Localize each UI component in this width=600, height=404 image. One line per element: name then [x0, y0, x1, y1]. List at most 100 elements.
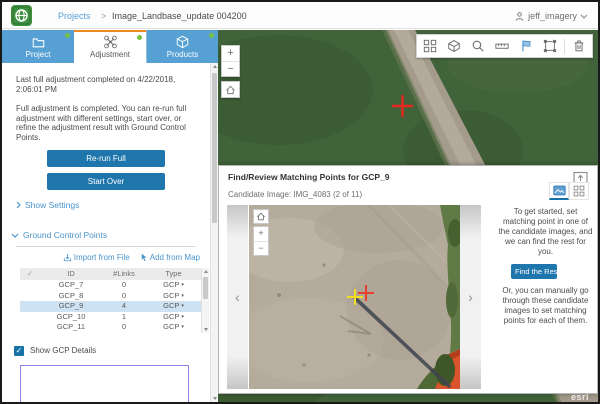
map-home-button[interactable]	[221, 81, 240, 98]
basemap-tool-button[interactable]	[442, 35, 466, 57]
dropdown-caret-icon: ▾	[181, 293, 184, 299]
folder-icon	[31, 35, 46, 49]
gcp-id: GCP_10	[40, 312, 102, 323]
map-view[interactable]: + − Find/Review Matching Points for GCP_…	[218, 30, 598, 402]
gcp-links: 1	[102, 312, 146, 323]
table-row[interactable]: GCP_8 0 GCP▾	[20, 291, 209, 302]
dropdown-caret-icon: ▾	[181, 314, 184, 320]
status-dot	[209, 33, 214, 38]
extent-tool-button[interactable]	[538, 35, 562, 57]
scroll-up-icon[interactable]	[213, 65, 217, 68]
show-gcp-details-checkbox[interactable]: ✓ Show GCP Details	[14, 346, 210, 356]
breadcrumb-projects-link[interactable]: Projects	[58, 11, 91, 21]
scroll-down-icon[interactable]	[204, 328, 208, 331]
tab-project[interactable]: Project	[2, 30, 74, 63]
candidate-image-viewer[interactable]: + −	[249, 205, 460, 389]
gcp-section-title: Ground Control Points	[23, 230, 107, 240]
rerun-full-button[interactable]: Re-run Full	[47, 150, 165, 167]
gcp-type-dropdown[interactable]: GCP▾	[146, 280, 201, 291]
chevron-down-icon	[580, 14, 588, 19]
next-candidate-button[interactable]: ›	[460, 205, 481, 389]
select-gcp-tool-button[interactable]	[514, 35, 538, 57]
page-title: Image_Landbase_update 004200	[112, 11, 247, 21]
matching-panel-title: Find/Review Matching Points for GCP_9	[228, 172, 390, 182]
instruction-secondary: Or, you can manually go through these ca…	[497, 286, 594, 326]
last-run-text: Last full adjustment completed on 4/22/2…	[16, 75, 196, 94]
collage-tool-button[interactable]	[418, 35, 442, 57]
chevron-down-icon	[11, 233, 19, 238]
scroll-thumb[interactable]	[212, 73, 217, 223]
left-panel: Project Adjustment	[2, 30, 218, 402]
viewer-zoom-control: + −	[253, 226, 269, 256]
user-menu[interactable]: jeff_imagery	[514, 8, 588, 24]
esri-logo-icon	[11, 5, 32, 26]
gcp-type-dropdown[interactable]: GCP▾	[146, 301, 201, 312]
import-from-file-label: Import from File	[74, 253, 130, 262]
add-from-map-link[interactable]: Add from Map	[140, 253, 200, 262]
viewer-zoom-out-button[interactable]: −	[254, 241, 268, 255]
gcp-links: 4	[102, 301, 146, 312]
gcp-table-header: ✓ ID #Links Type	[20, 268, 209, 280]
find-the-rest-button[interactable]: Find the Rest	[511, 264, 557, 279]
table-scrollbar[interactable]	[201, 268, 209, 333]
table-row-selected[interactable]: GCP_9 4 GCP▾	[20, 301, 209, 312]
table-row[interactable]: GCP_10 1 GCP▾	[20, 312, 209, 323]
measure-icon	[495, 39, 509, 53]
scroll-up-icon[interactable]	[204, 270, 208, 273]
delete-tool-button[interactable]	[567, 35, 591, 57]
search-icon	[471, 39, 485, 53]
gcp-table: ✓ ID #Links Type GCP_7 0 GCP▾ GCP_8 0 GC…	[20, 268, 209, 333]
divider	[16, 246, 196, 247]
tab-products[interactable]: Products	[146, 30, 218, 63]
viewer-zoom-in-button[interactable]: +	[254, 227, 268, 241]
gcp-type-dropdown[interactable]: GCP▾	[146, 322, 201, 333]
gcp-links: 0	[102, 322, 146, 333]
tab-bar: Project Adjustment	[2, 30, 218, 63]
breadcrumb-separator: >	[101, 11, 106, 21]
matching-points-panel: Find/Review Matching Points for GCP_9 Ca…	[218, 165, 598, 394]
home-icon	[256, 212, 266, 221]
adjustment-panel: Last full adjustment completed on 4/22/2…	[2, 63, 210, 402]
search-tool-button[interactable]	[466, 35, 490, 57]
previous-candidate-button[interactable]: ‹	[227, 205, 248, 389]
start-over-button[interactable]: Start Over	[47, 173, 165, 190]
tab-label: Adjustment	[90, 50, 130, 59]
toolbar-separator	[564, 39, 565, 54]
grid-view-icon	[573, 185, 585, 197]
grid-view-toggle[interactable]	[569, 182, 589, 200]
gcp-actions: Import from File Add from Map	[2, 253, 200, 262]
gcp-type-dropdown[interactable]: GCP▾	[146, 291, 201, 302]
view-toggles	[549, 182, 589, 200]
panel-scrollbar[interactable]	[210, 63, 218, 402]
gcp-section-toggle[interactable]: Ground Control Points	[11, 230, 210, 240]
cursor-icon	[140, 253, 148, 262]
collage-icon	[423, 39, 437, 53]
table-row[interactable]: GCP_7 0 GCP▾	[20, 280, 209, 291]
chevron-right-icon	[16, 201, 21, 209]
map-zoom-control: + −	[221, 45, 240, 77]
zoom-in-button[interactable]: +	[222, 46, 239, 61]
esri-watermark: esri	[571, 392, 589, 402]
home-icon	[225, 85, 236, 95]
measure-tool-button[interactable]	[490, 35, 514, 57]
status-dot	[137, 35, 142, 40]
id-column-header: ID	[40, 268, 102, 280]
table-row[interactable]: GCP_11 0 GCP▾	[20, 322, 209, 333]
dropdown-caret-icon: ▾	[181, 303, 184, 309]
trash-icon	[572, 39, 586, 53]
tab-adjustment[interactable]: Adjustment	[74, 30, 146, 63]
viewer-home-button[interactable]	[253, 209, 269, 224]
scroll-thumb[interactable]	[203, 277, 208, 299]
candidate-image	[249, 205, 460, 389]
zoom-out-button[interactable]: −	[222, 61, 239, 76]
scroll-down-icon[interactable]	[213, 397, 217, 400]
checkbox-checked-icon[interactable]: ✓	[14, 346, 24, 356]
show-settings-link[interactable]: Show Settings	[16, 200, 210, 210]
gcp-links: 0	[102, 280, 146, 291]
gcp-type-dropdown[interactable]: GCP▾	[146, 312, 201, 323]
dropdown-caret-icon: ▾	[181, 324, 184, 330]
type-column-header: Type	[146, 268, 201, 280]
import-from-file-link[interactable]: Import from File	[63, 253, 130, 262]
dropdown-caret-icon: ▾	[181, 282, 184, 288]
card-view-toggle[interactable]	[549, 182, 569, 200]
